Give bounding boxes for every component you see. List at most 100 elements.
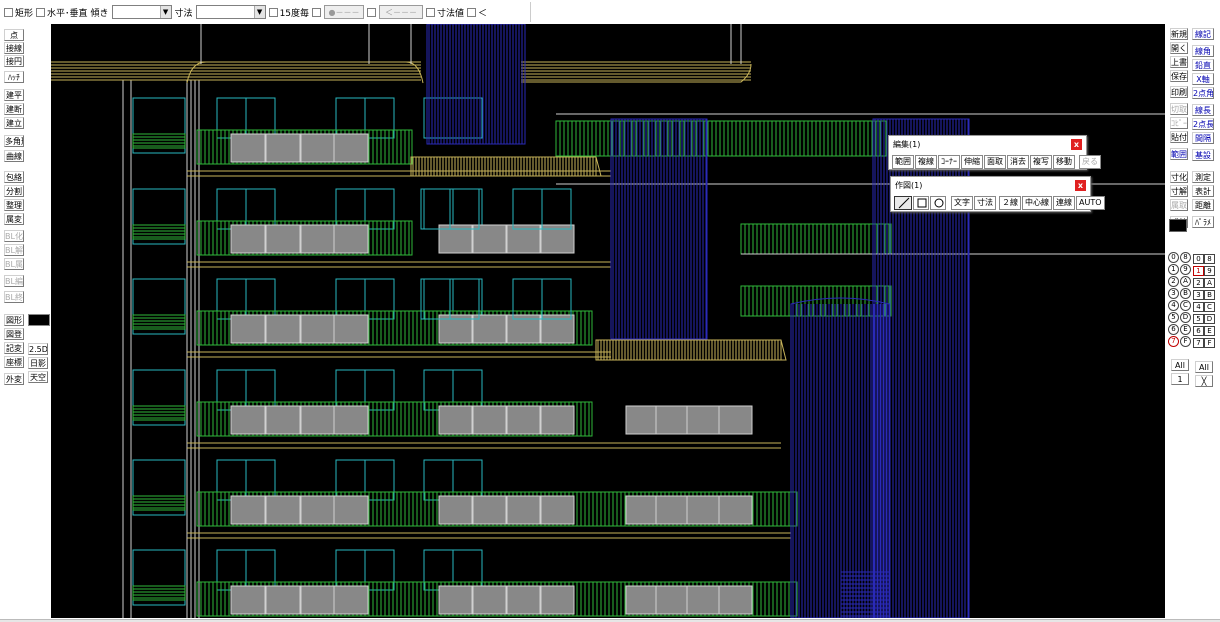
group-toggle-4[interactable]: 4 [1193,302,1204,312]
layer-one-button[interactable]: 1 [1171,373,1189,385]
layer-toggle-B[interactable]: B [1180,288,1191,299]
draw-btn-3[interactable]: 中心線 [1022,196,1052,210]
tool-22[interactable]: 外変 [4,373,24,385]
right-tool-b-2[interactable]: 鉛直 [1192,59,1214,71]
right-tool-b-8[interactable]: 基設 [1192,149,1214,161]
group-toggle-2[interactable]: 2 [1193,278,1204,288]
right-tool-b-6[interactable]: 2点長 [1192,118,1214,130]
tool-8[interactable]: 曲線 [4,150,24,162]
draw-btn-1[interactable]: 寸法 [974,196,996,210]
layer-toggle-D[interactable]: D [1180,312,1191,323]
right-tool-a-2[interactable]: 上書 [1170,56,1188,68]
edit-btn-5[interactable]: 消去 [1007,155,1029,169]
right-tool-b-12[interactable]: ﾊﾟﾗﾒ [1192,216,1214,228]
layer-toggle-1[interactable]: 1 [1168,264,1179,275]
edit-btn-3[interactable]: 伸縮 [961,155,983,169]
close-icon[interactable]: x [1071,139,1082,150]
right-tool-a-5[interactable]: 切取 [1170,103,1188,115]
tool-10[interactable]: 分割 [4,185,24,197]
circle-icon[interactable] [930,196,946,210]
edit-dialog[interactable]: 編集(1) x 範囲 複線 ｺｰﾅｰ 伸縮 面取 消去 複写 移動 戻る [888,135,1101,170]
layer-toggle-8[interactable]: 8 [1180,252,1191,263]
slope-combo[interactable]: ▼ [111,5,172,19]
group-toggle-A[interactable]: A [1204,278,1215,288]
line-color-swatch[interactable] [28,314,50,326]
layer-all-button[interactable]: All [1171,359,1189,371]
layer-toggle-9[interactable]: 9 [1180,264,1191,275]
group-toggle-9[interactable]: 9 [1204,266,1215,276]
layer-toggle-3[interactable]: 3 [1168,288,1179,299]
right-tool-b-10[interactable]: 表計 [1192,185,1214,197]
edit-btn-0[interactable]: 範囲 [892,155,914,169]
layer-toggle-5[interactable]: 5 [1168,312,1179,323]
dimval-checkbox[interactable]: 寸法値 [426,6,464,19]
tool-13[interactable]: BL化 [4,230,24,242]
draw-btn-0[interactable]: 文字 [951,196,973,210]
draw-btn-2[interactable]: ２線 [999,196,1021,210]
tool-19[interactable]: 図登 [4,328,24,340]
hv-checkbox[interactable]: 水平･垂直 [36,6,88,19]
draw-dialog[interactable]: 作図(1) x 文字 寸法 ２線 中心線 連線 AUTO [890,176,1105,212]
layer-toggle-0[interactable]: 0 [1168,252,1179,263]
edit-btn-8[interactable]: 戻る [1079,155,1101,169]
right-tool-b-1[interactable]: 線角 [1192,45,1214,57]
right-tool-a-4[interactable]: 印刷 [1170,86,1188,98]
edit-btn-2[interactable]: ｺｰﾅｰ [938,155,960,169]
option-checkbox-b[interactable] [367,7,377,17]
tool-11[interactable]: 整理 [4,199,24,211]
group-toggle-F[interactable]: F [1204,338,1215,348]
group-toggle-7[interactable]: 7 [1193,338,1204,348]
right-tool-a-7[interactable]: 貼付 [1170,131,1188,143]
edit-btn-7[interactable]: 移動 [1053,155,1075,169]
right-tool-a-0[interactable]: 新規 [1170,28,1188,40]
right-tool-b-4[interactable]: 2点角 [1192,87,1214,99]
tool-7[interactable]: 多角形 [4,135,24,147]
group-toggle-8[interactable]: 8 [1204,254,1215,264]
close-icon[interactable]: x [1075,180,1086,191]
linetype-button[interactable]: ●－－－ [324,5,365,19]
tool-2-5d[interactable]: 2.5D [28,343,48,355]
right-tool-b-7[interactable]: 間隔 [1192,132,1214,144]
tool-15[interactable]: BL属 [4,258,24,270]
right-tool-a-9[interactable]: 寸化 [1170,171,1188,183]
pen-swatch[interactable] [1169,219,1187,232]
layer-toggle-6[interactable]: 6 [1168,324,1179,335]
right-tool-a-6[interactable]: ｺﾋﾟｰ [1170,117,1188,129]
edit-btn-1[interactable]: 複線 [915,155,937,169]
tool-18[interactable]: 図形 [4,314,24,326]
group-toggle-5[interactable]: 5 [1193,314,1204,324]
right-tool-b-5[interactable]: 線長 [1192,104,1214,116]
drawing-canvas[interactable] [51,24,1165,618]
tool-16[interactable]: BL編 [4,275,24,287]
right-tool-b-0[interactable]: 線記 [1192,28,1214,40]
right-tool-b-11[interactable]: 距離 [1192,199,1214,211]
right-tool-b-3[interactable]: X軸 [1192,73,1214,85]
layer-toggle-A[interactable]: A [1180,276,1191,287]
right-tool-a-11[interactable]: 属取 [1170,199,1188,211]
right-tool-a-1[interactable]: 開く [1170,42,1188,54]
group-toggle-6[interactable]: 6 [1193,326,1204,336]
tool-9[interactable]: 包絡 [4,171,24,183]
lt-checkbox[interactable]: ＜ [467,6,487,19]
deg15-checkbox[interactable]: 15度毎 [268,6,309,19]
rect-checkbox[interactable]: 矩形 [4,6,33,19]
group-toggle-C[interactable]: C [1204,302,1215,312]
group-toggle-0[interactable]: 0 [1193,254,1204,264]
layer-toggle-E[interactable]: E [1180,324,1191,335]
tool-1[interactable]: 接線 [4,42,24,54]
arrow-button[interactable]: ＜－－－ [379,5,424,19]
rect-icon[interactable] [913,196,929,210]
layer-toggle-F[interactable]: F [1180,336,1191,347]
right-tool-a-3[interactable]: 保存 [1170,70,1188,82]
tool-14[interactable]: BL解 [4,244,24,256]
group-toggle-E[interactable]: E [1204,326,1215,336]
group-x-button[interactable]: ╳ [1195,375,1213,387]
draw-btn-5[interactable]: AUTO [1076,196,1105,210]
tool-sun-shadow[interactable]: 日影 [28,357,48,369]
option-checkbox-a[interactable] [312,7,322,17]
right-tool-b-9[interactable]: 測定 [1192,171,1214,183]
line-icon[interactable] [894,196,912,210]
dim-combo[interactable]: ▼ [195,5,266,19]
tool-5[interactable]: 建断 [4,103,24,115]
draw-btn-4[interactable]: 連線 [1053,196,1075,210]
